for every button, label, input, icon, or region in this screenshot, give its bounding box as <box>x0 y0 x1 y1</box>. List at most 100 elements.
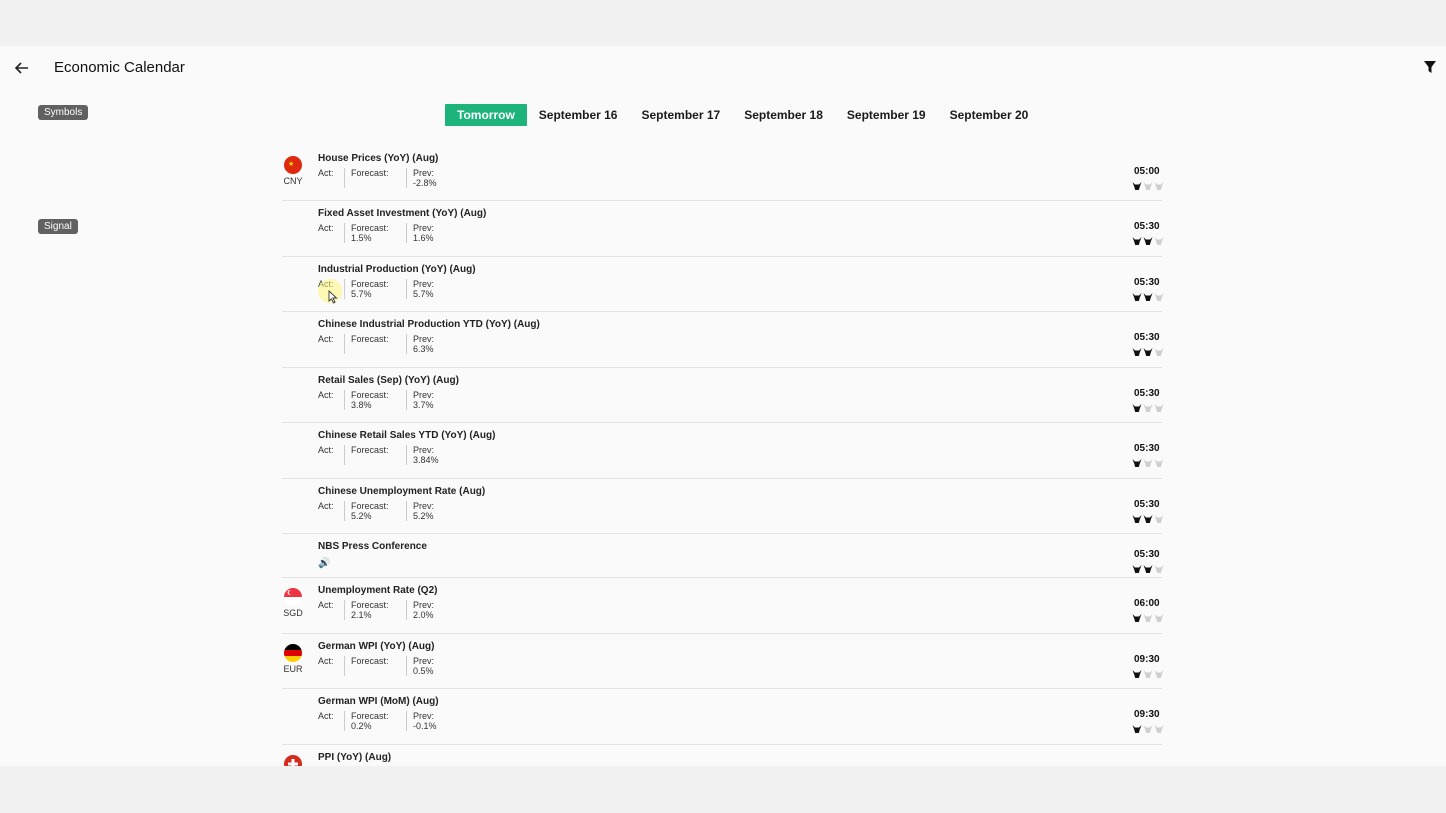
cn-flag-icon: ★ <box>284 156 302 174</box>
event-row[interactable]: CHFPPI (YoY) (Aug)Act:Forecast:Prev:10:0… <box>282 745 1162 766</box>
event-name: Unemployment Rate (Q2) <box>318 585 438 596</box>
header-bar: Economic Calendar <box>0 46 1446 90</box>
event-time: 05:30 <box>1134 499 1160 510</box>
prev-value: 0.5% <box>413 666 434 676</box>
event-name: Chinese Retail Sales YTD (YoY) (Aug) <box>318 430 496 441</box>
event-values: Act: Forecast: 0.2% Prev: -0.1% <box>318 711 437 731</box>
event-row[interactable]: German WPI (MoM) (Aug) Act: Forecast: 0.2% P… <box>282 689 1164 745</box>
act-label: Act: <box>318 501 334 511</box>
event-list: ★ CNY House Prices (YoY) (Aug) Act: Forecast… <box>282 146 1165 766</box>
forecast-label: Forecast: <box>351 168 389 178</box>
bull-icon <box>1132 233 1142 245</box>
forecast-label: Forecast: <box>351 656 389 666</box>
prev-value: 5.2% <box>413 511 434 521</box>
filter-button[interactable] <box>1422 59 1438 75</box>
bull-icon <box>1154 610 1164 622</box>
act-label: Act: <box>318 223 334 233</box>
forecast-value: 0.2% <box>351 721 372 731</box>
tab-september-17[interactable]: September 17 <box>629 104 732 126</box>
date-tabs: Tomorrow September 16 September 17 Septembe… <box>445 104 1040 126</box>
bull-icon <box>1154 561 1164 573</box>
act-label: Act: <box>318 390 334 400</box>
event-row[interactable]: SGD Unemployment Rate (Q2) Act: Forecast: 2.… <box>282 578 1164 634</box>
event-name: PPI (YoY) (Aug) <box>318 752 392 763</box>
speaker-icon: 🔊 <box>318 558 331 569</box>
back-button[interactable] <box>12 58 32 78</box>
prev-value: 3.7% <box>413 400 434 410</box>
bull-icon <box>1143 178 1153 190</box>
event-values: Act: Forecast: Prev: 6.3% <box>318 334 434 354</box>
currency-code: SGD <box>283 608 303 618</box>
prev-value: 5.7% <box>413 289 434 299</box>
svg-text:★: ★ <box>288 160 294 168</box>
bull-icon <box>1143 721 1153 733</box>
event-row[interactable]: Retail Sales (Sep) (YoY) (Aug) Act: Foreca… <box>282 368 1164 423</box>
forecast-value: 5.7% <box>351 289 372 299</box>
event-time: 05:30 <box>1134 332 1160 343</box>
act-label: Act: <box>318 711 334 721</box>
tab-september-16[interactable]: September 16 <box>527 104 630 126</box>
bottom-strip <box>0 766 1446 813</box>
impact-rating <box>1132 289 1165 301</box>
event-values: Act: Forecast: 5.2% Prev: 5.2% <box>318 501 434 521</box>
event-name: German WPI (MoM) (Aug) <box>318 696 439 707</box>
event-time: 05:30 <box>1134 221 1160 232</box>
bull-icon <box>1143 233 1153 245</box>
tab-september-19[interactable]: September 19 <box>835 104 938 126</box>
bull-icon <box>1143 400 1153 412</box>
event-time: 05:30 <box>1134 388 1160 399</box>
tab-september-20[interactable]: September 20 <box>938 104 1041 126</box>
bull-icon <box>1154 233 1164 245</box>
event-row[interactable]: Fixed Asset Investment (YoY) (Aug) Act: Fo… <box>282 201 1165 257</box>
tab-tomorrow[interactable]: Tomorrow <box>445 104 527 126</box>
event-time: 05:30 <box>1134 549 1160 560</box>
prev-value: 6.3% <box>413 344 434 354</box>
impact-rating <box>1132 233 1165 245</box>
forecast-label: Forecast: <box>351 334 389 344</box>
act-label: Act: <box>318 168 334 178</box>
forecast-value: 3.8% <box>351 400 372 410</box>
event-row[interactable]: NBS Press Conference 🔊 05:30 <box>282 534 1165 578</box>
event-values: Act: Forecast: 1.5% Prev: 1.6% <box>318 223 434 243</box>
prev-label: Prev: <box>413 711 435 721</box>
currency-code: EUR <box>283 664 303 674</box>
event-time: 09:30 <box>1134 709 1160 720</box>
bull-icon <box>1143 610 1153 622</box>
bull-icon <box>1154 344 1164 356</box>
bull-icon <box>1143 344 1153 356</box>
prev-value: 2.0% <box>413 610 434 620</box>
symbols-tag[interactable]: Symbols <box>38 105 89 120</box>
prev-label: Prev: <box>413 600 435 610</box>
event-time: 09:30 <box>1134 654 1160 665</box>
signal-tag[interactable]: Signal <box>38 219 78 234</box>
forecast-label: Forecast: <box>351 445 389 455</box>
event-time: 06:00 <box>1134 598 1160 609</box>
event-values: Act: Forecast: Prev: -2.8% <box>318 168 437 188</box>
forecast-value: 1.5% <box>351 233 372 243</box>
prev-value: 3.84% <box>413 455 439 465</box>
event-row[interactable]: Chinese Industrial Production YTD (YoY) … <box>282 312 1164 368</box>
bull-icon <box>1132 344 1142 356</box>
prev-label: Prev: <box>413 390 435 400</box>
bull-icon <box>1154 721 1164 733</box>
event-time: 05:30 <box>1134 277 1160 288</box>
event-row[interactable]: ★ CNY House Prices (YoY) (Aug) Act: Forecast… <box>282 146 1164 201</box>
bull-icon <box>1132 561 1142 573</box>
event-name: Chinese Unemployment Rate (Aug) <box>318 486 486 497</box>
event-row[interactable]: Chinese Retail Sales YTD (YoY) (Aug) Act:… <box>282 423 1164 479</box>
impact-rating <box>1132 561 1165 573</box>
bull-icon <box>1154 511 1164 523</box>
bull-icon <box>1132 610 1142 622</box>
prev-label: Prev: <box>413 279 435 289</box>
event-row[interactable]: Chinese Unemployment Rate (Aug) Act: Forec… <box>282 479 1164 534</box>
tab-september-18[interactable]: September 18 <box>732 104 835 126</box>
prev-label: Prev: <box>413 168 435 178</box>
event-row[interactable]: EUR German WPI (YoY) (Aug) Act: Forecast: Pr… <box>282 634 1164 689</box>
act-label: Act: <box>318 600 334 610</box>
event-row[interactable]: Industrial Production (YoY) (Aug)Act:For… <box>282 257 1165 312</box>
event-time: 05:00 <box>1134 166 1160 177</box>
event-name: NBS Press Conference <box>318 541 427 552</box>
event-name: Chinese Industrial Production YTD (YoY) … <box>318 319 540 330</box>
de-flag-icon <box>284 644 302 662</box>
event-values: Act: Forecast: 3.8% Prev: 3.7% <box>318 390 434 410</box>
